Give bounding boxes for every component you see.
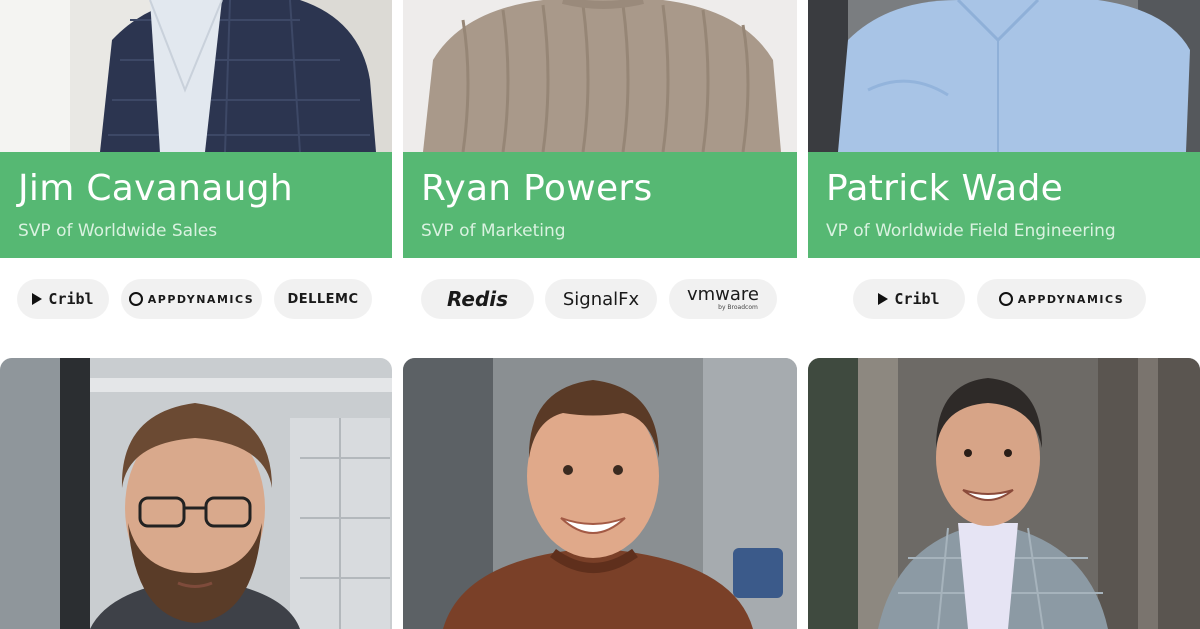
logo-signalfx: SignalFx — [545, 279, 657, 319]
person-name: Ryan Powers — [421, 168, 653, 209]
logo-label: Cribl — [894, 290, 940, 308]
person-photo-bearded — [0, 358, 392, 629]
logo-sublabel: by Broadcom — [718, 304, 758, 311]
person-photo-patrick — [808, 0, 1200, 152]
appdynamics-icon — [998, 292, 1013, 306]
logo-cribl: Cribl — [853, 279, 965, 319]
person-card-patrick: Patrick Wade VP of Worldwide Field Engin… — [808, 0, 1200, 258]
logo-label: DELLEMC — [287, 291, 359, 307]
person-name: Jim Cavanaugh — [18, 168, 293, 209]
logo-label: APPDYNAMICS — [147, 292, 255, 306]
appdynamics-icon — [128, 292, 143, 306]
person-role: SVP of Marketing — [421, 221, 566, 241]
person-role: SVP of Worldwide Sales — [18, 221, 218, 241]
person-photo-ryan — [403, 0, 797, 152]
cribl-icon — [878, 293, 889, 305]
person-photo-smiling — [403, 358, 797, 629]
person-card-ryan: Ryan Powers SVP of Marketing — [403, 0, 797, 258]
leadership-page: Jim Cavanaugh SVP of Worldwide Sales Rya… — [0, 0, 1200, 629]
logo-dellemc: DELLEMC — [274, 279, 372, 319]
person-card-jim: Jim Cavanaugh SVP of Worldwide Sales — [0, 0, 392, 258]
person-photo-suit — [808, 358, 1200, 629]
logo-appdynamics: APPDYNAMICS — [121, 279, 262, 319]
logo-cribl: Cribl — [17, 279, 109, 319]
logo-label: SignalFx — [562, 288, 640, 310]
logo-label: APPDYNAMICS — [1017, 292, 1125, 306]
logo-label: Cribl — [48, 290, 94, 308]
person-photo-jim — [0, 0, 392, 152]
logo-label: Redis — [446, 287, 509, 311]
logo-label: vmware — [686, 284, 760, 305]
logo-appdynamics: APPDYNAMICS — [977, 279, 1146, 319]
person-name: Patrick Wade — [826, 168, 1064, 209]
cribl-icon — [32, 293, 43, 305]
logo-redis: Redis — [421, 279, 534, 319]
person-role: VP of Worldwide Field Engineering — [826, 221, 1116, 241]
logo-vmware: vmware by Broadcom — [669, 279, 777, 319]
